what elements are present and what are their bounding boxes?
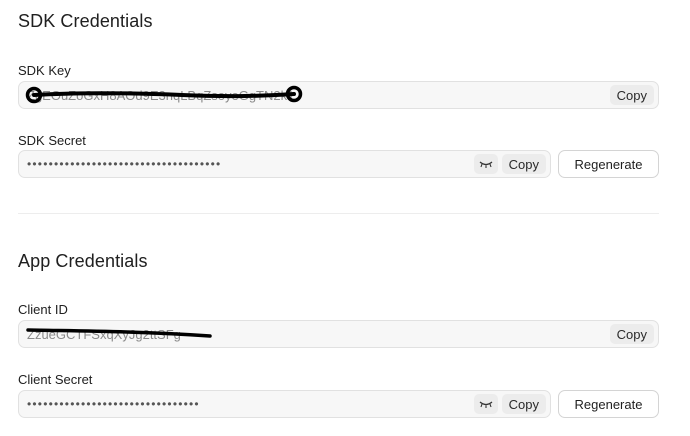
eye-closed-icon[interactable] [473,394,498,414]
sdk-secret-label: SDK Secret [18,133,86,148]
client-secret-value: •••••••••••••••••••••••••••••••• [27,397,200,411]
eye-closed-icon[interactable] [473,154,498,174]
sdk-key-label: SDK Key [18,63,71,78]
sdk-key-field[interactable]: ZgEOuZoGxH8AOd9E3nqLBqZsoyeGgTN2k1 Copy [18,81,659,109]
sdk-secret-value: •••••••••••••••••••••••••••••••••••• [27,157,222,171]
credentials-page: SDK Credentials SDK Key ZgEOuZoGxH8AOd9E… [0,0,690,436]
sdk-secret-regenerate-button[interactable]: Regenerate [558,150,659,178]
client-secret-copy-button[interactable]: Copy [501,394,546,414]
client-id-copy-button[interactable]: Copy [609,324,654,344]
sdk-key-value: ZgEOuZoGxH8AOd9E3nqLBqZsoyeGgTN2k1 [27,87,295,103]
app-credentials-title: App Credentials [18,251,148,271]
sdk-secret-field[interactable]: •••••••••••••••••••••••••••••••••••• Cop… [18,150,551,178]
client-id-value: ZzueGCTFSxqXyJg2ttSFg [27,326,181,342]
client-id-field[interactable]: ZzueGCTFSxqXyJg2ttSFg Copy [18,320,659,348]
client-secret-label: Client Secret [18,372,93,387]
section-divider [18,213,659,214]
client-secret-field[interactable]: •••••••••••••••••••••••••••••••• Copy [18,390,551,418]
sdk-secret-copy-button[interactable]: Copy [501,154,546,174]
client-id-label: Client ID [18,302,68,317]
client-secret-regenerate-button[interactable]: Regenerate [558,390,659,418]
sdk-credentials-title: SDK Credentials [18,11,153,31]
sdk-key-copy-button[interactable]: Copy [609,85,654,105]
